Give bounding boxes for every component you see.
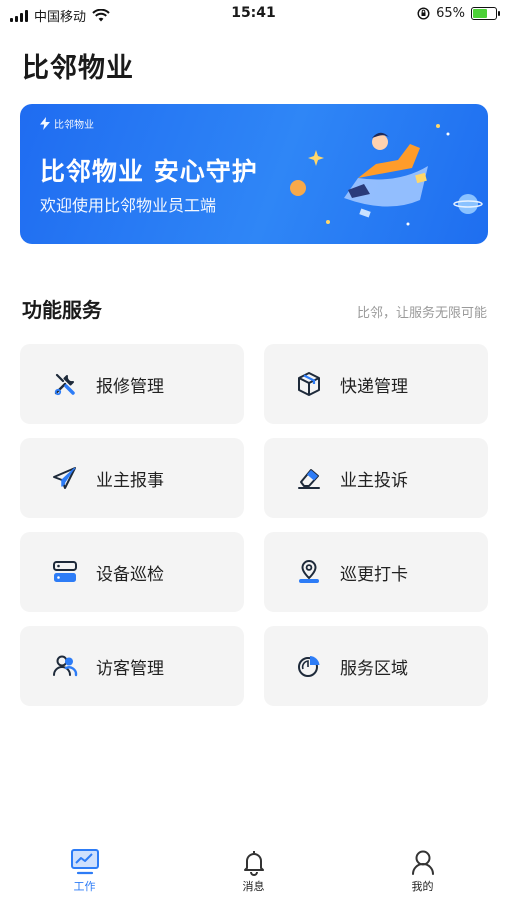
service-label: 设备巡检 [96, 564, 164, 585]
pie-chart-icon [294, 651, 324, 681]
service-card-repair[interactable]: 报修管理 [20, 344, 244, 424]
orientation-lock-icon [417, 7, 430, 20]
service-card-service-area[interactable]: 服务区域 [264, 626, 488, 706]
service-label: 服务区域 [340, 658, 408, 679]
paper-plane-icon [50, 463, 80, 493]
service-label: 巡更打卡 [340, 564, 408, 585]
location-pin-icon [294, 557, 324, 587]
service-card-equipment-inspection[interactable]: 设备巡检 [20, 532, 244, 612]
package-box-icon [294, 369, 324, 399]
bottom-tab-bar: 工作 消息 我的 [0, 838, 507, 900]
banner-subtitle: 欢迎使用比邻物业员工端 [40, 196, 217, 215]
banner-logo-text: 比邻物业 [54, 120, 94, 131]
tab-label: 工作 [73, 880, 96, 893]
service-card-owner-complaint[interactable]: 业主投诉 [264, 438, 488, 518]
eraser-icon [294, 463, 324, 493]
flying-person-illustration [290, 124, 483, 226]
service-card-visitor[interactable]: 访客管理 [20, 626, 244, 706]
tab-work[interactable]: 工作 [0, 838, 169, 900]
page-title: 比邻物业 [22, 53, 134, 84]
wrench-screwdriver-icon [50, 369, 80, 399]
service-card-patrol-checkin[interactable]: 巡更打卡 [264, 532, 488, 612]
service-label: 报修管理 [96, 376, 164, 397]
status-bar: 中国移动 15:41 65% [0, 0, 507, 28]
services-section-subtitle: 比邻，让服务无限可能 [356, 306, 487, 321]
tab-messages[interactable]: 消息 [169, 838, 338, 900]
service-label: 访客管理 [96, 658, 164, 679]
users-icon [50, 651, 80, 681]
user-profile-icon [411, 850, 434, 875]
battery-icon [471, 7, 500, 20]
banner-logo: 比邻物业 [40, 116, 94, 131]
hero-banner[interactable]: 比邻物业 比邻物业 安心守护 欢迎使用比邻物业员工端 [20, 104, 488, 244]
server-icon [50, 557, 80, 587]
services-grid: 报修管理 快递管理 业主报事 业主投诉 设备巡检 巡更打卡 访客管理 服务区域 [20, 344, 488, 706]
service-card-owner-report[interactable]: 业主报事 [20, 438, 244, 518]
bell-icon [243, 851, 264, 876]
services-section-title: 功能服务 [22, 298, 102, 322]
service-label: 业主报事 [96, 470, 164, 491]
tab-label: 消息 [242, 880, 265, 893]
tab-label: 我的 [411, 880, 434, 893]
status-right: 65% [417, 6, 500, 21]
service-label: 业主投诉 [340, 470, 408, 491]
battery-level [473, 9, 488, 18]
banner-headline: 比邻物业 安心守护 [40, 157, 258, 186]
service-label: 快递管理 [340, 376, 408, 397]
tab-me[interactable]: 我的 [338, 838, 507, 900]
monitor-chart-icon [70, 849, 99, 875]
lightning-logo-icon [40, 117, 50, 130]
service-card-express[interactable]: 快递管理 [264, 344, 488, 424]
battery-percent: 65% [436, 6, 465, 21]
